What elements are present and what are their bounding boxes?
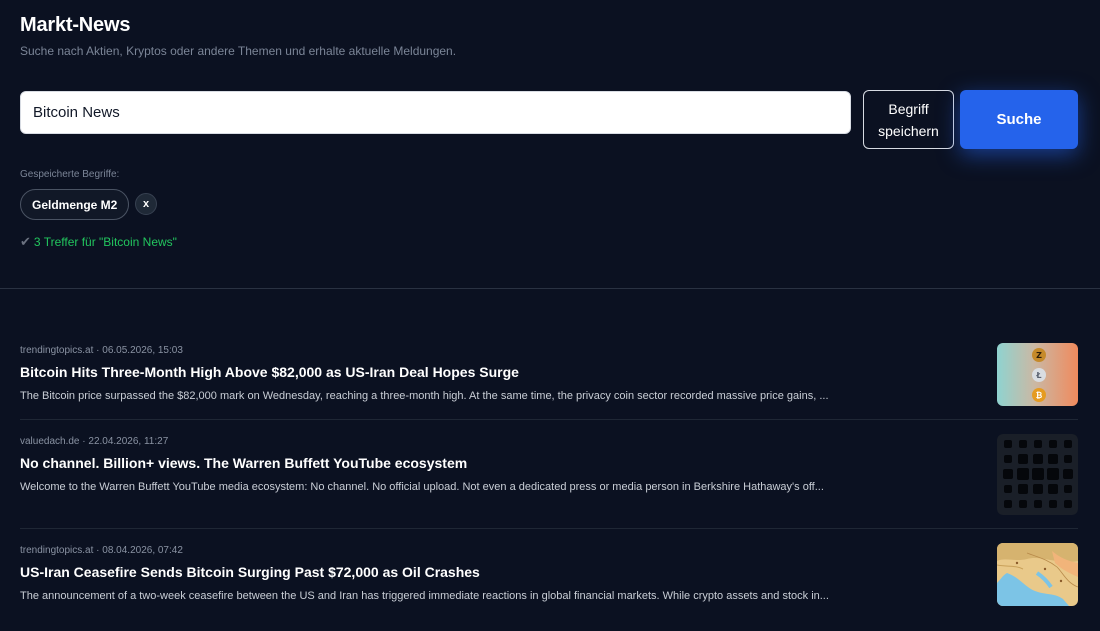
saved-term-chip-label: Geldmenge M2 (32, 197, 118, 212)
map-icon (997, 543, 1078, 606)
check-icon: ✔ (20, 234, 31, 249)
close-icon: x (142, 198, 150, 210)
crypto-coins-thumbnail[interactable]: Z Ł ₿ (997, 343, 1078, 406)
news-separator (20, 419, 1078, 420)
dot-grid-icon (997, 434, 1078, 515)
result-count-status: ✔ 3 Treffer für "Bitcoin News" (20, 234, 177, 250)
result-count-text: 3 Treffer für "Bitcoin News" (33, 235, 177, 249)
search-button[interactable]: Suche (960, 90, 1078, 149)
news-item[interactable]: valuedach.de · 22.04.2026, 11:27 No chan… (20, 434, 1078, 515)
news-title-link[interactable]: Bitcoin Hits Three-Month High Above $82,… (20, 364, 1078, 380)
news-snippet: Welcome to the Warren Buffett YouTube me… (20, 481, 824, 493)
map-thumbnail[interactable] (997, 543, 1078, 606)
news-item[interactable]: trendingtopics.at · 06.05.2026, 15:03 Bi… (20, 343, 1078, 406)
news-separator (20, 528, 1078, 529)
page-title: Markt-News (20, 14, 131, 36)
market-news-page: Markt-News Suche nach Aktien, Kryptos od… (0, 0, 1100, 631)
news-snippet: The announcement of a two-week ceasefire… (20, 590, 829, 602)
saved-term-chip[interactable]: Geldmenge M2 (20, 189, 130, 220)
news-item[interactable]: trendingtopics.at · 08.04.2026, 07:42 US… (20, 543, 1078, 606)
svg-text:₿: ₿ (1036, 391, 1043, 400)
news-meta: trendingtopics.at · 06.05.2026, 15:03 (20, 345, 183, 356)
search-input[interactable] (20, 91, 851, 134)
news-meta: trendingtopics.at · 08.04.2026, 07:42 (20, 545, 183, 556)
news-title-link[interactable]: No channel. Billion+ views. The Warren B… (20, 455, 1078, 471)
news-meta: valuedach.de · 22.04.2026, 11:27 (20, 436, 169, 447)
save-term-button[interactable]: Begriff speichern (863, 90, 954, 149)
dot-grid-thumbnail[interactable] (997, 434, 1078, 515)
page-subtitle: Suche nach Aktien, Kryptos oder andere T… (20, 44, 457, 58)
svg-text:Z: Z (1036, 351, 1042, 360)
section-divider (0, 288, 1100, 289)
remove-saved-term-button[interactable]: x (135, 193, 157, 215)
news-snippet: The Bitcoin price surpassed the $82,000 … (20, 390, 829, 402)
news-title-link[interactable]: US-Iran Ceasefire Sends Bitcoin Surging … (20, 564, 1078, 580)
saved-terms-label: Gespeicherte Begriffe: (20, 169, 120, 180)
svg-text:Ł: Ł (1035, 371, 1041, 380)
crypto-coins-icon: Z Ł ₿ (997, 343, 1078, 406)
